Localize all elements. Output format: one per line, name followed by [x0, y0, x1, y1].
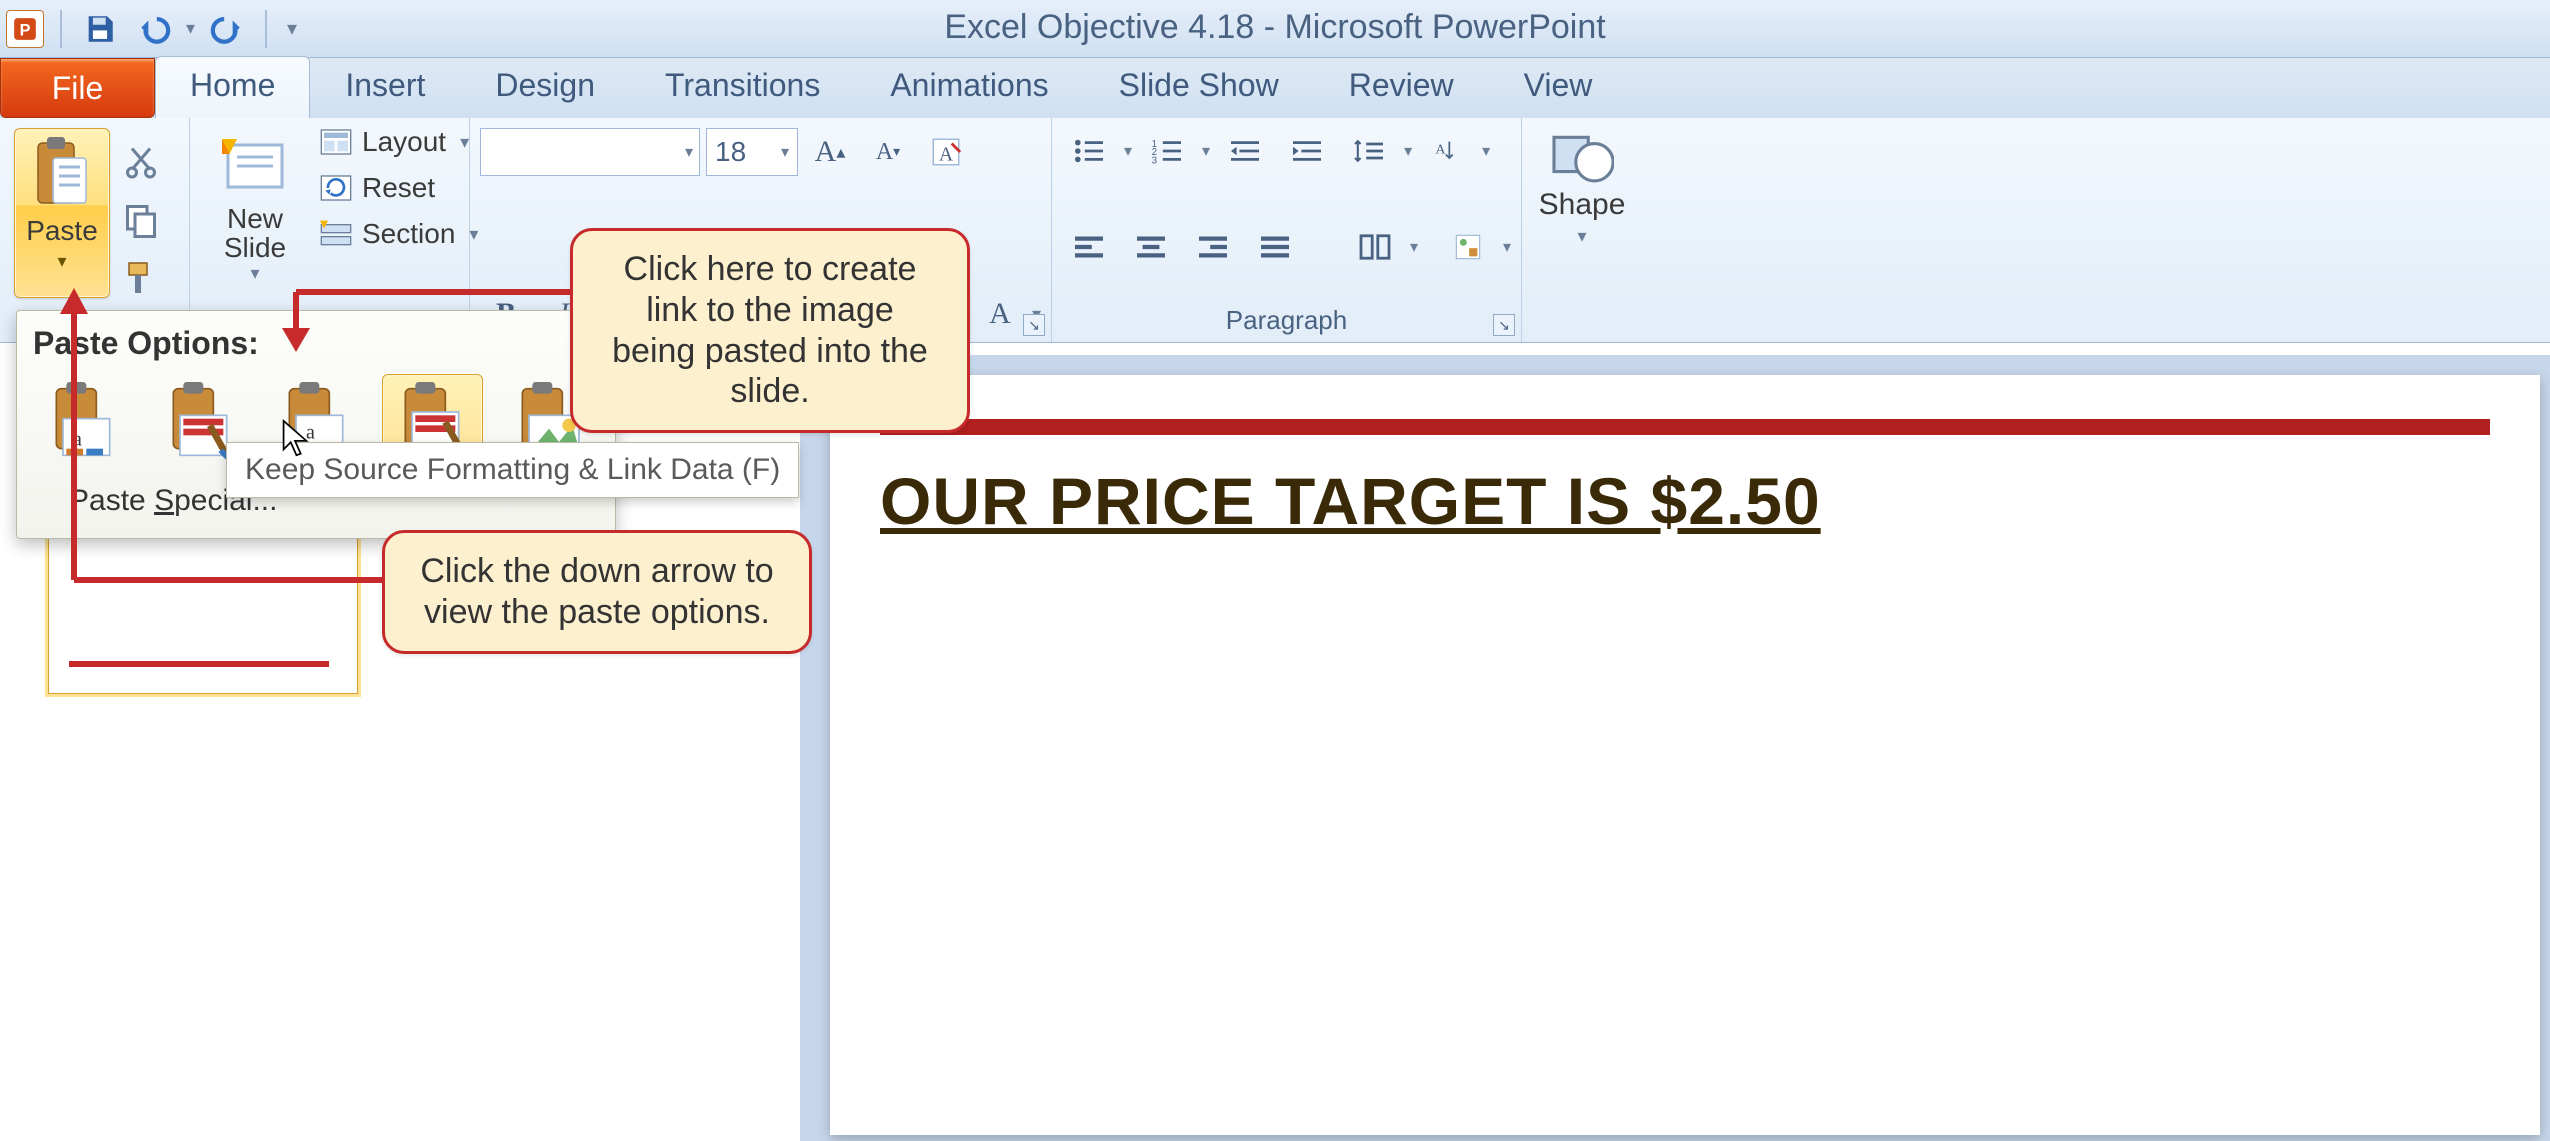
chevron-down-icon	[781, 142, 789, 162]
separator	[60, 10, 62, 48]
decrease-indent-button[interactable]	[1218, 128, 1272, 174]
new-slide-button[interactable]: New Slide	[200, 128, 310, 298]
thumbnail-accent	[69, 661, 329, 667]
chevron-down-icon[interactable]	[460, 132, 469, 153]
tab-slideshow[interactable]: Slide Show	[1084, 56, 1314, 118]
separator	[265, 10, 267, 48]
title-bar: P ▾ ▾ Excel Objective 4.18 - Microsoft P…	[0, 0, 2550, 58]
chevron-down-icon[interactable]	[1503, 237, 1511, 257]
new-slide-dropdown-icon[interactable]	[250, 263, 259, 284]
ribbon-tabs: File Home Insert Design Transitions Anim…	[0, 58, 2550, 118]
tab-view[interactable]: View	[1489, 56, 1628, 118]
align-center-button[interactable]	[1124, 224, 1178, 270]
customize-qat-icon[interactable]: ▾	[287, 16, 297, 41]
paste-dropdown-icon[interactable]	[57, 251, 66, 272]
chevron-down-icon[interactable]	[1482, 141, 1490, 161]
paste-label: Paste	[26, 215, 98, 247]
quick-access-toolbar: P ▾ ▾	[0, 7, 297, 51]
slide-title[interactable]: OUR PRICE TARGET IS $2.50	[880, 463, 2490, 539]
group-slides: New Slide Layout Reset Section	[190, 118, 470, 342]
paragraph-dialog-launcher[interactable]: ↘	[1493, 314, 1515, 336]
paragraph-group-label: Paragraph	[1062, 305, 1511, 338]
clear-formatting-button[interactable]: A	[920, 128, 972, 176]
tab-review[interactable]: Review	[1314, 56, 1489, 118]
font-dialog-launcher[interactable]: ↘	[1023, 314, 1045, 336]
align-right-button[interactable]	[1186, 224, 1240, 270]
tab-transitions[interactable]: Transitions	[630, 56, 855, 118]
tab-animations[interactable]: Animations	[855, 56, 1083, 118]
cut-button[interactable]	[112, 138, 170, 186]
tab-home[interactable]: Home	[155, 56, 310, 118]
tab-insert[interactable]: Insert	[310, 56, 460, 118]
undo-dropdown-icon[interactable]: ▾	[186, 18, 195, 39]
clipboard-icon	[32, 137, 92, 209]
paste-button[interactable]: Paste	[14, 128, 110, 298]
tab-file[interactable]: File	[0, 58, 155, 118]
numbering-button[interactable]: 123	[1140, 128, 1194, 174]
grow-font-button[interactable]: A▴	[804, 128, 856, 176]
copy-button[interactable]	[112, 196, 170, 244]
paste-options-heading: Paste Options:	[33, 325, 599, 362]
bullets-button[interactable]	[1062, 128, 1116, 174]
increase-indent-button[interactable]	[1280, 128, 1334, 174]
section-button[interactable]: Section	[320, 218, 478, 250]
align-left-button[interactable]	[1062, 224, 1116, 270]
new-slide-label: New Slide	[224, 204, 286, 263]
tab-design[interactable]: Design	[460, 56, 630, 118]
svg-text:A: A	[1435, 142, 1446, 157]
window-title: Excel Objective 4.18 - Microsoft PowerPo…	[0, 8, 2550, 47]
shrink-font-button[interactable]: A▾	[862, 128, 914, 176]
slide-editor-area: OUR PRICE TARGET IS $2.50	[800, 355, 2550, 1141]
chevron-down-icon[interactable]	[1404, 141, 1412, 161]
slide-canvas[interactable]: OUR PRICE TARGET IS $2.50	[830, 375, 2540, 1135]
font-color-button[interactable]: A	[974, 290, 1026, 338]
new-slide-icon	[219, 134, 291, 198]
justify-button[interactable]	[1248, 224, 1302, 270]
paste-options-panel: Paste Options: a a Paste Special...	[16, 310, 616, 539]
shapes-button[interactable]: Shape	[1532, 128, 1632, 247]
chevron-down-icon	[685, 142, 693, 162]
powerpoint-logo-icon[interactable]: P	[6, 10, 44, 48]
font-name-combo[interactable]	[480, 128, 700, 176]
format-painter-button[interactable]	[112, 254, 170, 302]
text-direction-button[interactable]: A	[1420, 128, 1474, 174]
annotation-callout-dropdown: Click the down arrow to view the paste o…	[382, 530, 812, 654]
convert-smartart-button[interactable]	[1441, 224, 1495, 270]
group-drawing: Shape	[1522, 118, 1642, 342]
chevron-down-icon[interactable]	[1577, 226, 1586, 247]
shapes-label: Shape	[1539, 188, 1626, 222]
section-label: Section	[362, 218, 455, 250]
save-button[interactable]	[78, 7, 122, 51]
reset-button[interactable]: Reset	[320, 172, 478, 204]
slide-accent-bar	[880, 419, 2490, 435]
svg-text:a: a	[73, 428, 82, 450]
paste-option-use-destination-theme[interactable]: a	[33, 374, 133, 470]
mouse-cursor-icon	[278, 418, 312, 458]
font-size-value: 18	[715, 136, 746, 168]
annotation-callout-link: Click here to create link to the image b…	[570, 228, 970, 433]
svg-text:P: P	[20, 21, 31, 39]
layout-button[interactable]: Layout	[320, 126, 478, 158]
undo-button[interactable]	[132, 7, 176, 51]
reset-label: Reset	[362, 172, 435, 204]
group-paragraph: 123 A Paragraph ↘	[1052, 118, 1522, 342]
chevron-down-icon[interactable]	[1202, 141, 1210, 161]
font-size-combo[interactable]: 18	[706, 128, 798, 176]
redo-button[interactable]	[205, 7, 249, 51]
chevron-down-icon[interactable]	[1124, 141, 1132, 161]
chevron-down-icon[interactable]	[1410, 237, 1418, 257]
svg-text:3: 3	[1152, 156, 1158, 165]
svg-text:A: A	[939, 144, 954, 166]
columns-button[interactable]	[1348, 224, 1402, 270]
line-spacing-button[interactable]	[1342, 128, 1396, 174]
layout-label: Layout	[362, 126, 446, 158]
group-clipboard: Paste	[0, 118, 190, 342]
